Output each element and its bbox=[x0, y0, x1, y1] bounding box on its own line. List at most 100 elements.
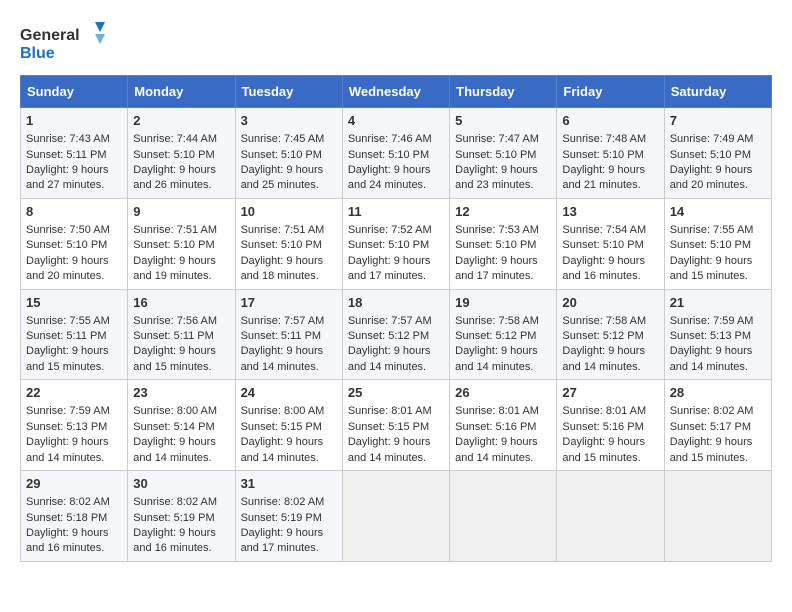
day-number: 1 bbox=[26, 112, 122, 130]
sunset-text: Sunset: 5:16 PM bbox=[455, 421, 536, 433]
calendar-day-cell: 4Sunrise: 7:46 AMSunset: 5:10 PMDaylight… bbox=[342, 108, 449, 199]
sunrise-text: Sunrise: 7:47 AM bbox=[455, 133, 539, 145]
sunset-text: Sunset: 5:12 PM bbox=[562, 330, 643, 342]
sunset-text: Sunset: 5:10 PM bbox=[133, 239, 214, 251]
sunrise-text: Sunrise: 7:55 AM bbox=[670, 224, 754, 236]
sunset-text: Sunset: 5:10 PM bbox=[455, 149, 536, 161]
calendar-week-row: 22 Sunrise: 7:59 AM Sunset: 5:13 PM Dayligh… bbox=[21, 380, 772, 471]
calendar-day-cell: 27Sunrise: 8:01 AMSunset: 5:16 PMDayligh… bbox=[557, 380, 664, 471]
day-number: 15 bbox=[26, 294, 122, 312]
day-number: 28 bbox=[670, 384, 766, 402]
sunset-text: Sunset: 5:19 PM bbox=[241, 512, 322, 524]
calendar-day-cell: 12 Sunrise: 7:53 AM Sunset: 5:10 PM Dayligh… bbox=[450, 198, 557, 289]
sunset-text: Sunset: 5:15 PM bbox=[348, 421, 429, 433]
sunrise-text: Sunrise: 8:01 AM bbox=[455, 405, 539, 417]
sunrise-text: Sunrise: 7:48 AM bbox=[562, 133, 646, 145]
day-number: 10 bbox=[241, 203, 337, 221]
sunrise-text: Sunrise: 7:59 AM bbox=[26, 405, 110, 417]
daylight-text: Daylight: 9 hours and 19 minutes. bbox=[133, 255, 216, 282]
calendar-day-cell bbox=[557, 471, 664, 562]
calendar-day-cell: 25Sunrise: 8:01 AMSunset: 5:15 PMDayligh… bbox=[342, 380, 449, 471]
daylight-text: Daylight: 9 hours and 15 minutes. bbox=[670, 436, 753, 463]
calendar-day-cell: 28Sunrise: 8:02 AMSunset: 5:17 PMDayligh… bbox=[664, 380, 771, 471]
day-of-week-header: Sunday bbox=[21, 76, 128, 108]
daylight-text: Daylight: 9 hours and 25 minutes. bbox=[241, 164, 324, 191]
daylight-text: Daylight: 9 hours and 15 minutes. bbox=[133, 345, 216, 372]
daylight-text: Daylight: 9 hours and 14 minutes. bbox=[133, 436, 216, 463]
calendar-day-cell: 14 Sunrise: 7:55 AM Sunset: 5:10 PM Dayligh… bbox=[664, 198, 771, 289]
calendar-day-cell: 30Sunrise: 8:02 AMSunset: 5:19 PMDayligh… bbox=[128, 471, 235, 562]
calendar-day-cell: 2Sunrise: 7:44 AMSunset: 5:10 PMDaylight… bbox=[128, 108, 235, 199]
day-of-week-header: Thursday bbox=[450, 76, 557, 108]
daylight-text: Daylight: 9 hours and 14 minutes. bbox=[670, 345, 753, 372]
day-number: 21 bbox=[670, 294, 766, 312]
daylight-text: Daylight: 9 hours and 14 minutes. bbox=[26, 436, 109, 463]
sunrise-text: Sunrise: 7:53 AM bbox=[455, 224, 539, 236]
day-of-week-header: Tuesday bbox=[235, 76, 342, 108]
sunrise-text: Sunrise: 8:02 AM bbox=[133, 496, 217, 508]
sunrise-text: Sunrise: 7:57 AM bbox=[348, 315, 432, 327]
calendar-day-cell: 21Sunrise: 7:59 AMSunset: 5:13 PMDayligh… bbox=[664, 289, 771, 380]
sunset-text: Sunset: 5:10 PM bbox=[670, 239, 751, 251]
calendar-day-cell: 10Sunrise: 7:51 AMSunset: 5:10 PMDayligh… bbox=[235, 198, 342, 289]
sunrise-text: Sunrise: 7:57 AM bbox=[241, 315, 325, 327]
calendar-day-cell: 5Sunrise: 7:47 AMSunset: 5:10 PMDaylight… bbox=[450, 108, 557, 199]
day-number: 31 bbox=[241, 475, 337, 493]
sunset-text: Sunset: 5:10 PM bbox=[241, 149, 322, 161]
daylight-text: Daylight: 9 hours and 14 minutes. bbox=[455, 345, 538, 372]
sunrise-text: Sunrise: 7:58 AM bbox=[455, 315, 539, 327]
sunrise-text: Sunrise: 8:00 AM bbox=[133, 405, 217, 417]
daylight-text: Daylight: 9 hours and 14 minutes. bbox=[562, 345, 645, 372]
sunrise-text: Sunrise: 7:56 AM bbox=[133, 315, 217, 327]
calendar-day-cell: 15Sunrise: 7:55 AMSunset: 5:11 PMDayligh… bbox=[21, 289, 128, 380]
sunrise-text: Sunrise: 8:01 AM bbox=[562, 405, 646, 417]
calendar-day-cell: 24Sunrise: 8:00 AMSunset: 5:15 PMDayligh… bbox=[235, 380, 342, 471]
sunset-text: Sunset: 5:10 PM bbox=[241, 239, 322, 251]
day-number: 12 bbox=[455, 203, 551, 221]
daylight-text: Daylight: 9 hours and 17 minutes. bbox=[241, 527, 324, 554]
calendar-week-row: 8Sunrise: 7:50 AMSunset: 5:10 PMDaylight… bbox=[21, 198, 772, 289]
calendar-week-row: 29Sunrise: 8:02 AMSunset: 5:18 PMDayligh… bbox=[21, 471, 772, 562]
day-number: 18 bbox=[348, 294, 444, 312]
calendar-day-cell: 13Sunrise: 7:54 AMSunset: 5:10 PMDayligh… bbox=[557, 198, 664, 289]
sunrise-text: Sunrise: 8:02 AM bbox=[241, 496, 325, 508]
sunrise-text: Sunrise: 8:00 AM bbox=[241, 405, 325, 417]
sunset-text: Sunset: 5:13 PM bbox=[26, 421, 107, 433]
sunrise-text: Sunrise: 7:46 AM bbox=[348, 133, 432, 145]
daylight-text: Daylight: 9 hours and 21 minutes. bbox=[562, 164, 645, 191]
day-number: 22 bbox=[26, 384, 122, 402]
daylight-text: Daylight: 9 hours and 16 minutes. bbox=[26, 527, 109, 554]
calendar-day-cell: 6Sunrise: 7:48 AMSunset: 5:10 PMDaylight… bbox=[557, 108, 664, 199]
sunrise-text: Sunrise: 7:49 AM bbox=[670, 133, 754, 145]
calendar-day-cell: 7Sunrise: 7:49 AMSunset: 5:10 PMDaylight… bbox=[664, 108, 771, 199]
day-number: 19 bbox=[455, 294, 551, 312]
sunset-text: Sunset: 5:15 PM bbox=[241, 421, 322, 433]
calendar-day-cell: 8Sunrise: 7:50 AMSunset: 5:10 PMDaylight… bbox=[21, 198, 128, 289]
day-number: 13 bbox=[562, 203, 658, 221]
sunset-text: Sunset: 5:10 PM bbox=[133, 149, 214, 161]
sunset-text: Sunset: 5:17 PM bbox=[670, 421, 751, 433]
sunset-text: Sunset: 5:10 PM bbox=[455, 239, 536, 251]
day-of-week-header: Wednesday bbox=[342, 76, 449, 108]
day-number: 20 bbox=[562, 294, 658, 312]
day-number: 24 bbox=[241, 384, 337, 402]
daylight-text: Daylight: 9 hours and 15 minutes. bbox=[670, 255, 753, 282]
day-number: 14 bbox=[670, 203, 766, 221]
svg-text:General: General bbox=[20, 27, 80, 44]
calendar-week-row: 1Sunrise: 7:43 AMSunset: 5:11 PMDaylight… bbox=[21, 108, 772, 199]
sunset-text: Sunset: 5:16 PM bbox=[562, 421, 643, 433]
day-number: 9 bbox=[133, 203, 229, 221]
daylight-text: Daylight: 9 hours and 23 minutes. bbox=[455, 164, 538, 191]
page-header: GeneralBlue bbox=[20, 20, 772, 65]
calendar-day-cell: 29Sunrise: 8:02 AMSunset: 5:18 PMDayligh… bbox=[21, 471, 128, 562]
sunset-text: Sunset: 5:11 PM bbox=[133, 330, 214, 342]
logo: GeneralBlue bbox=[20, 20, 110, 65]
sunset-text: Sunset: 5:11 PM bbox=[241, 330, 322, 342]
calendar-day-cell: 26Sunrise: 8:01 AMSunset: 5:16 PMDayligh… bbox=[450, 380, 557, 471]
calendar-day-cell: 11Sunrise: 7:52 AMSunset: 5:10 PMDayligh… bbox=[342, 198, 449, 289]
day-number: 7 bbox=[670, 112, 766, 130]
day-number: 4 bbox=[348, 112, 444, 130]
daylight-text: Daylight: 9 hours and 17 minutes. bbox=[455, 255, 538, 282]
daylight-text: Daylight: 9 hours and 24 minutes. bbox=[348, 164, 431, 191]
day-of-week-header: Friday bbox=[557, 76, 664, 108]
